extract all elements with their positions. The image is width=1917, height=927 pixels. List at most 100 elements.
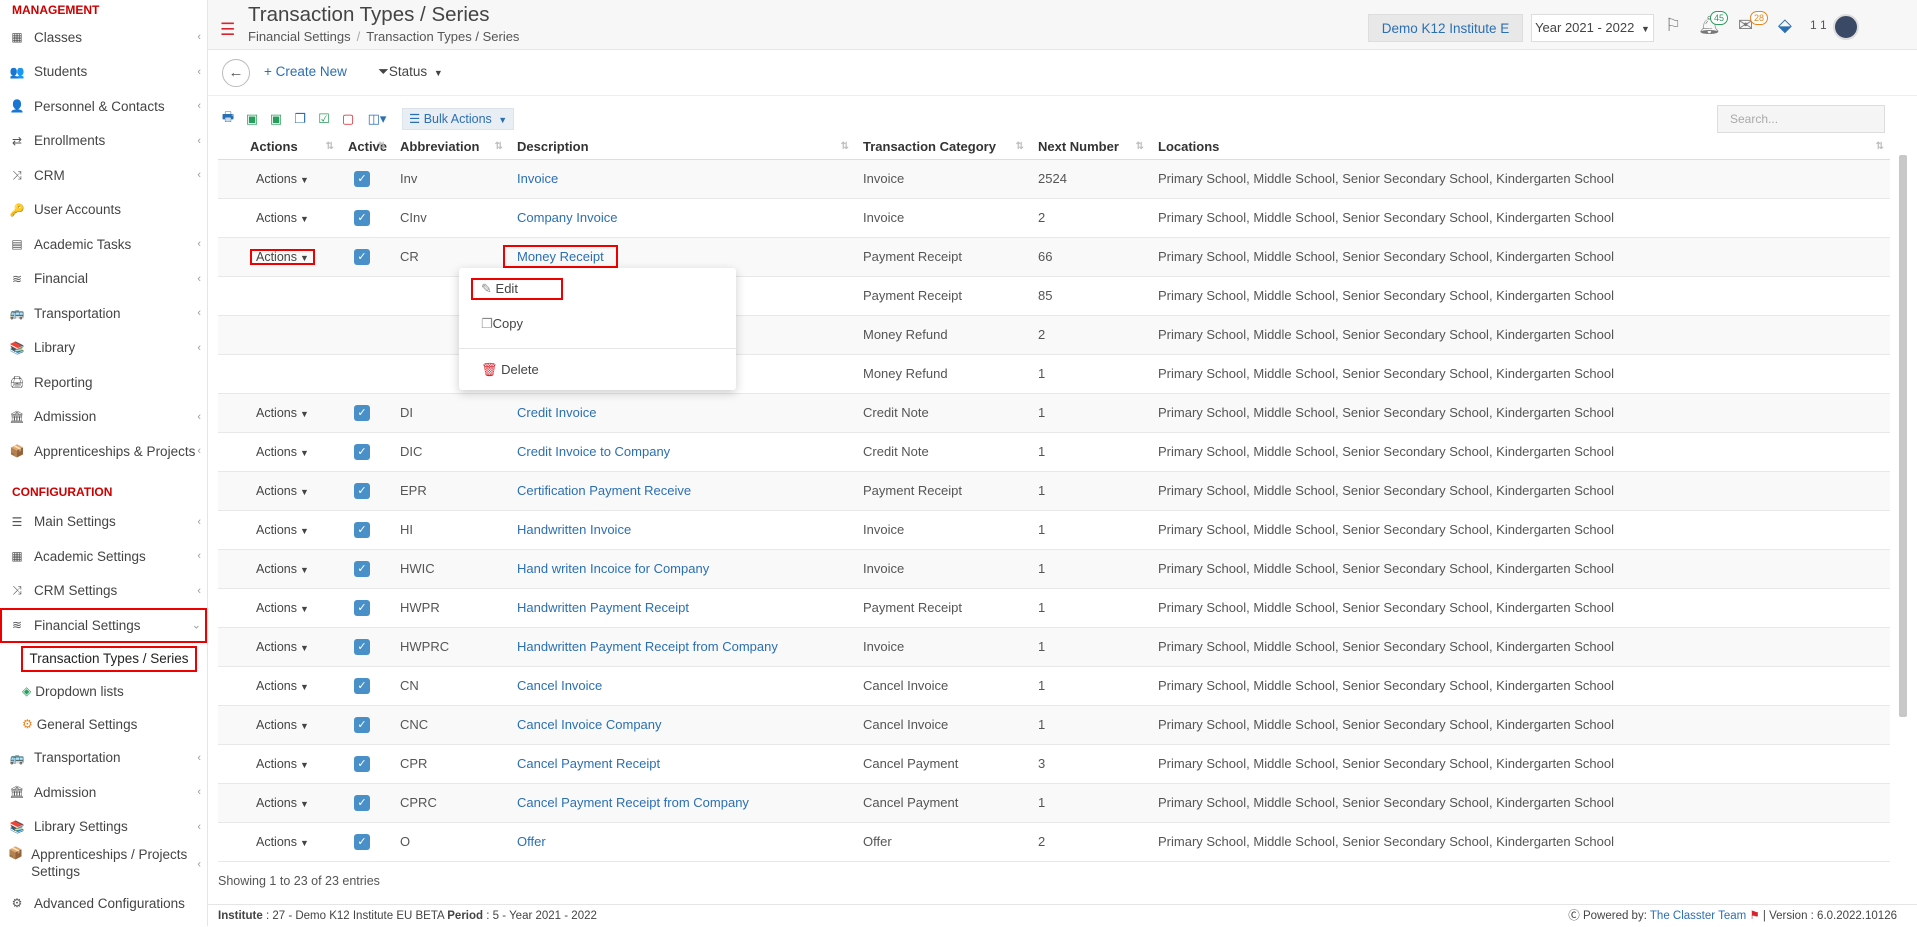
description-link[interactable]: Handwritten Payment Receipt xyxy=(517,600,689,615)
column-header-actions[interactable]: Actions ⇅ xyxy=(218,135,340,160)
sidebar-item-library-settings[interactable]: 📚 Library Settings ‹ xyxy=(0,810,207,845)
active-checkbox[interactable]: ✓ xyxy=(354,444,370,460)
sidebar-item-financial-settings[interactable]: ≋ Financial Settings ⌄ xyxy=(0,608,207,643)
classter-team-link[interactable]: The Classter Team xyxy=(1650,910,1746,922)
actions-dropdown-button[interactable]: Actions ▼ xyxy=(250,171,315,187)
description-link[interactable]: Cancel Invoice xyxy=(517,678,602,693)
active-checkbox[interactable]: ✓ xyxy=(354,639,370,655)
vertical-scrollbar[interactable] xyxy=(1899,155,1907,717)
active-checkbox[interactable]: ✓ xyxy=(354,483,370,499)
sidebar-item-academic-tasks[interactable]: ▤ Academic Tasks ‹ xyxy=(0,227,207,262)
actions-dropdown-button[interactable]: Actions ▼ xyxy=(250,405,315,421)
column-header-abbreviation[interactable]: Abbreviation ⇅ xyxy=(392,135,509,160)
sidebar-subitem-transaction-types-series[interactable]: Transaction Types / Series xyxy=(21,645,197,672)
sidebar-item-enrollments[interactable]: ⇄ Enrollments ‹ xyxy=(0,124,207,159)
institute-selector[interactable]: Demo K12 Institute E xyxy=(1368,14,1523,42)
sidebar-item-advanced-configurations[interactable]: ⚙ Advanced Configurations xyxy=(0,886,207,921)
description-link[interactable]: Cancel Payment Receipt from Company xyxy=(517,795,749,810)
actions-dropdown-button[interactable]: Actions ▼ xyxy=(250,795,315,811)
active-checkbox[interactable]: ✓ xyxy=(354,561,370,577)
actions-dropdown-button[interactable]: Actions ▼ xyxy=(250,639,315,655)
copy-icon[interactable]: ❐ xyxy=(290,109,310,129)
actions-dropdown-button[interactable]: Actions ▼ xyxy=(250,717,315,733)
sidebar-item-academic-settings[interactable]: ▦ Academic Settings ‹ xyxy=(0,539,207,574)
sidebar-item-reporting[interactable]: 🖨 Reporting xyxy=(0,365,207,400)
actions-dropdown-button[interactable]: Actions ▼ xyxy=(250,561,315,577)
actions-dropdown-button[interactable]: Actions ▼ xyxy=(250,678,315,694)
sidebar-item-transportation[interactable]: 🚌 Transportation ‹ xyxy=(0,296,207,331)
dropdown-delete[interactable]: 🗑 Delete xyxy=(481,362,539,378)
active-checkbox[interactable]: ✓ xyxy=(354,405,370,421)
sidebar-item-library[interactable]: 📚 Library ‹ xyxy=(0,331,207,366)
description-link[interactable]: Credit Invoice xyxy=(517,405,596,420)
actions-dropdown-button[interactable]: Actions ▼ xyxy=(250,210,315,226)
active-checkbox[interactable]: ✓ xyxy=(354,171,370,187)
active-checkbox[interactable]: ✓ xyxy=(354,717,370,733)
sidebar-item-crm[interactable]: ⤨ CRM ‹ xyxy=(0,158,207,193)
year-selector[interactable]: Year 2021 - 2022 ▼ xyxy=(1531,14,1654,42)
description-link[interactable]: Company Invoice xyxy=(517,210,617,225)
sidebar-subitem-general-settings[interactable]: ⚙ General Settings xyxy=(0,708,207,741)
bulk-actions-button[interactable]: ☰ Bulk Actions ▼ xyxy=(402,108,515,130)
active-checkbox[interactable]: ✓ xyxy=(354,600,370,616)
description-link[interactable]: Offer xyxy=(517,834,546,849)
sidebar-subitem-dropdown-lists[interactable]: ◈ Dropdown lists xyxy=(0,675,207,708)
columns-icon[interactable]: ◫▾ xyxy=(362,109,392,129)
description-link[interactable]: Money Receipt xyxy=(503,245,618,268)
active-checkbox[interactable]: ✓ xyxy=(354,522,370,538)
sidebar-item-transportation[interactable]: 🚌 Transportation ‹ xyxy=(0,741,207,776)
column-header-transaction-category[interactable]: Transaction Category ⇅ xyxy=(855,135,1030,160)
actions-dropdown-button[interactable]: Actions ▼ xyxy=(250,834,315,850)
excel-icon[interactable]: ▣ xyxy=(266,109,286,129)
avatar[interactable] xyxy=(1833,14,1859,40)
description-link[interactable]: Invoice xyxy=(517,171,558,186)
active-checkbox[interactable]: ✓ xyxy=(354,249,370,265)
flag-icon[interactable]: ⚐ xyxy=(1665,15,1681,36)
apps-icon[interactable]: ⬙ xyxy=(1778,15,1792,36)
actions-dropdown-button[interactable]: Actions ▼ xyxy=(250,756,315,772)
sidebar-item-admission[interactable]: 🏛 Admission ‹ xyxy=(0,400,207,435)
actions-dropdown-button[interactable]: Actions ▼ xyxy=(250,522,315,538)
sidebar-item-admission[interactable]: 🏛 Admission ‹ xyxy=(0,775,207,810)
back-button[interactable]: ← xyxy=(222,59,250,87)
sidebar-item-financial[interactable]: ≋ Financial ‹ xyxy=(0,262,207,297)
column-header-next-number[interactable]: Next Number ⇅ xyxy=(1030,135,1150,160)
breadcrumb-financial-settings[interactable]: Financial Settings xyxy=(248,29,351,44)
column-header-locations[interactable]: Locations ⇅ xyxy=(1150,135,1890,160)
description-link[interactable]: Cancel Payment Receipt xyxy=(517,756,660,771)
dropdown-edit[interactable]: ✎ Edit xyxy=(481,281,518,297)
active-checkbox[interactable]: ✓ xyxy=(354,795,370,811)
search-input[interactable]: Search... xyxy=(1717,105,1885,133)
sidebar-item-apprenticeships-projects-settings[interactable]: 📦 Apprenticeships / Projects Settings ‹ xyxy=(0,844,207,886)
actions-dropdown-button[interactable]: Actions ▼ xyxy=(250,444,315,460)
active-checkbox[interactable]: ✓ xyxy=(354,210,370,226)
description-link[interactable]: Cancel Invoice Company xyxy=(517,717,662,732)
description-link[interactable]: Credit Invoice to Company xyxy=(517,444,670,459)
description-link[interactable]: Handwritten Invoice xyxy=(517,522,631,537)
hamburger-menu-icon[interactable]: ☰ xyxy=(220,20,235,40)
sidebar-item-apprenticeships-projects[interactable]: 📦 Apprenticeships & Projects ‹ xyxy=(0,434,207,469)
sidebar-item-students[interactable]: 👥 Students ‹ xyxy=(0,55,207,90)
active-checkbox[interactable]: ✓ xyxy=(354,678,370,694)
sidebar-item-crm-settings[interactable]: ⤨ CRM Settings ‹ xyxy=(0,574,207,609)
sidebar-item-personnel-contacts[interactable]: 👤 Personnel & Contacts ‹ xyxy=(0,89,207,124)
actions-dropdown-button[interactable]: Actions ▼ xyxy=(250,483,315,499)
description-link[interactable]: Certification Payment Receive xyxy=(517,483,691,498)
sidebar-item-user-accounts[interactable]: 🔑 User Accounts xyxy=(0,193,207,228)
description-link[interactable]: Handwritten Payment Receipt from Company xyxy=(517,639,778,654)
active-checkbox[interactable]: ✓ xyxy=(354,756,370,772)
sidebar-item-classes[interactable]: ▦ Classes ‹ xyxy=(0,20,207,55)
deselect-icon[interactable]: ▢ xyxy=(338,109,358,129)
column-header-active[interactable]: Active ⇅ xyxy=(340,135,392,160)
actions-dropdown-button[interactable]: Actions ▼ xyxy=(250,248,315,265)
description-link[interactable]: Hand writen Incoice for Company xyxy=(517,561,709,576)
select-all-icon[interactable]: ☑ xyxy=(314,109,334,129)
print-icon[interactable]: 🖶 xyxy=(218,109,238,129)
csv-icon[interactable]: ▣ xyxy=(242,109,262,129)
column-header-description[interactable]: Description ⇅ xyxy=(509,135,855,160)
actions-dropdown-button[interactable]: Actions ▼ xyxy=(250,600,315,616)
dropdown-copy[interactable]: ❐Copy xyxy=(481,316,523,332)
sidebar-item-main-settings[interactable]: ☰ Main Settings ‹ xyxy=(0,505,207,540)
status-filter-button[interactable]: ⏷Status ▼ xyxy=(378,64,443,80)
create-new-button[interactable]: + Create New xyxy=(264,64,347,79)
